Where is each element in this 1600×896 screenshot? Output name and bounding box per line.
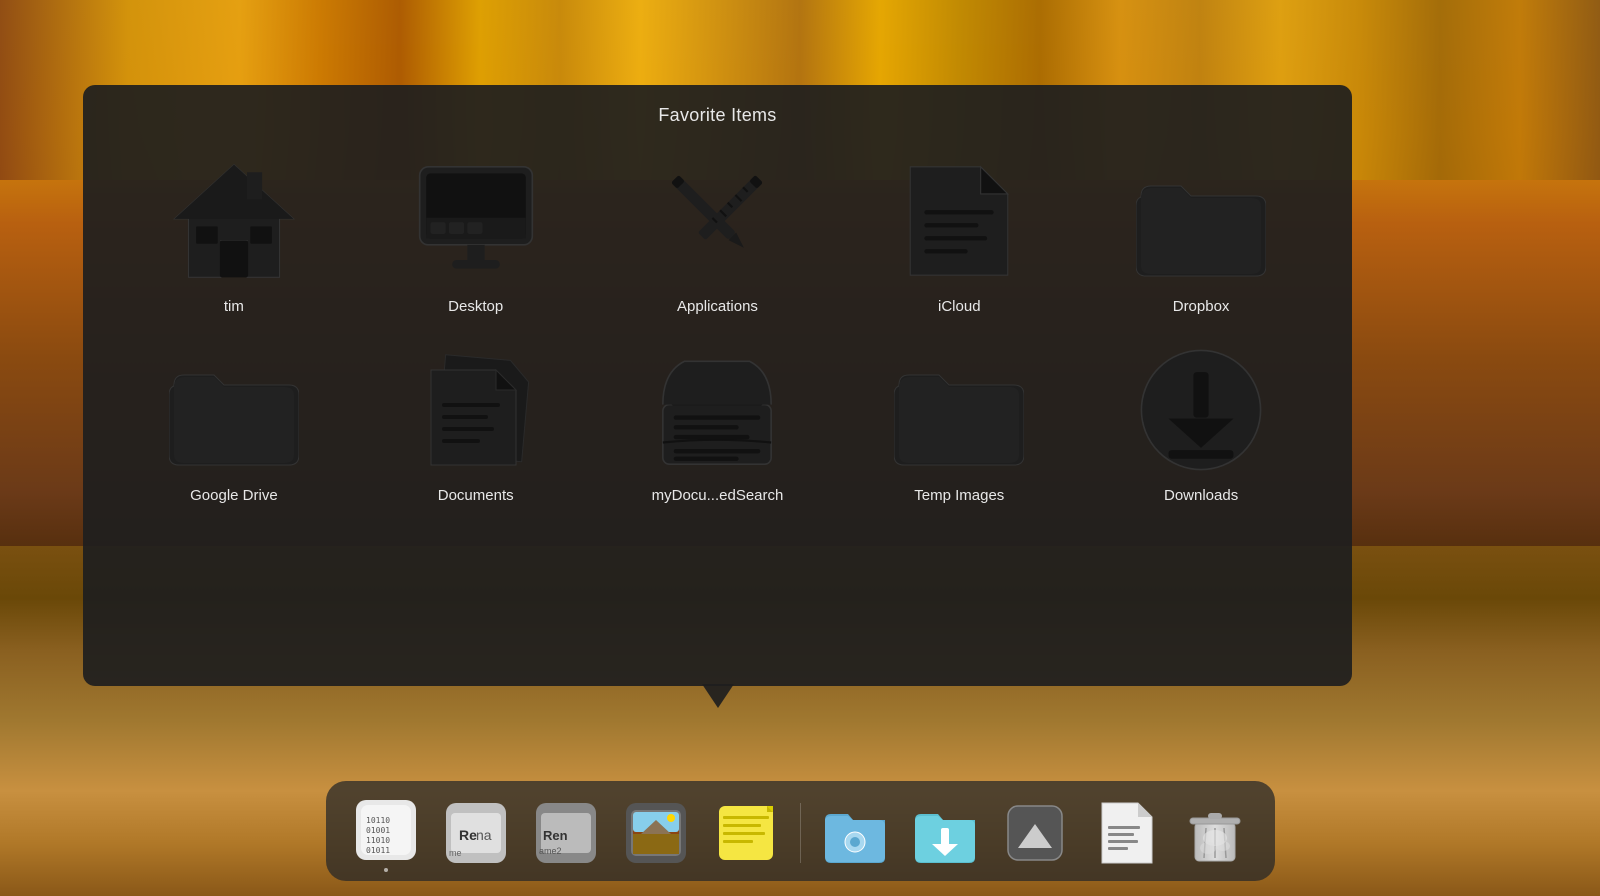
item-label-mydocu: myDocu...edSearch — [652, 487, 784, 504]
dock: 10110 01001 11010 01011 Re na me Ren — [0, 686, 1600, 896]
dock-container: 10110 01001 11010 01011 Re na me Ren — [326, 781, 1275, 881]
item-label-dropbox: Dropbox — [1173, 298, 1230, 315]
item-label-desktop: Desktop — [448, 298, 503, 315]
svg-text:ame2: ame2 — [539, 846, 562, 856]
dock-separator — [800, 803, 801, 863]
dock-item-downloads-folder[interactable] — [905, 793, 985, 873]
downloads-icon — [1136, 345, 1266, 475]
item-label-google-drive: Google Drive — [190, 487, 278, 504]
dock-item-rename1[interactable]: Re na me — [436, 793, 516, 873]
grid-item-applications[interactable]: Applications — [597, 146, 839, 325]
icloud-icon — [894, 156, 1024, 286]
svg-text:na: na — [476, 827, 492, 843]
google-drive-icon — [169, 345, 299, 475]
grid-item-desktop[interactable]: Desktop — [355, 146, 597, 325]
item-label-tim: tim — [224, 298, 244, 315]
dock-item-rename2[interactable]: Ren ame2 — [526, 793, 606, 873]
dock-item-photos[interactable] — [815, 793, 895, 873]
dropbox-icon — [1136, 156, 1266, 286]
item-label-icloud: iCloud — [938, 298, 981, 315]
item-label-temp-images: Temp Images — [914, 487, 1004, 504]
item-label-downloads: Downloads — [1164, 487, 1238, 504]
favorite-items-popup: Favorite Items tim — [83, 85, 1352, 686]
item-label-documents: Documents — [438, 487, 514, 504]
svg-text:11010: 11010 — [366, 836, 390, 845]
svg-text:Ren: Ren — [543, 828, 568, 843]
dock-item-image-viewer[interactable] — [616, 793, 696, 873]
documents-icon — [411, 345, 541, 475]
inbox-icon — [652, 345, 782, 475]
desktop-icon — [411, 156, 541, 286]
temp-images-icon — [894, 345, 1024, 475]
svg-text:10110: 10110 — [366, 816, 390, 825]
dock-item-binary-viewer[interactable]: 10110 01001 11010 01011 — [346, 793, 426, 873]
dock-item-stickies[interactable] — [706, 793, 786, 873]
svg-text:me: me — [449, 848, 462, 858]
grid-item-google-drive[interactable]: Google Drive — [113, 335, 355, 514]
applications-icon — [652, 156, 782, 286]
dock-dot — [384, 868, 388, 872]
home-icon — [169, 156, 299, 286]
grid-item-temp-images[interactable]: Temp Images — [838, 335, 1080, 514]
grid-item-tim[interactable]: tim — [113, 146, 355, 325]
grid-item-mydocu[interactable]: myDocu...edSearch — [597, 335, 839, 514]
grid-item-documents[interactable]: Documents — [355, 335, 597, 514]
svg-text:Re: Re — [459, 827, 477, 843]
grid-item-dropbox[interactable]: Dropbox — [1080, 146, 1322, 325]
dock-item-textedit[interactable] — [1085, 793, 1165, 873]
grid-item-downloads[interactable]: Downloads — [1080, 335, 1322, 514]
svg-text:01001: 01001 — [366, 826, 390, 835]
popup-title: Favorite Items — [113, 105, 1322, 126]
dock-item-dockbar[interactable] — [995, 793, 1075, 873]
items-grid: tim — [113, 146, 1322, 514]
grid-item-icloud[interactable]: iCloud — [838, 146, 1080, 325]
dock-item-trash[interactable] — [1175, 793, 1255, 873]
item-label-applications: Applications — [677, 298, 758, 315]
svg-text:01011: 01011 — [366, 846, 390, 855]
